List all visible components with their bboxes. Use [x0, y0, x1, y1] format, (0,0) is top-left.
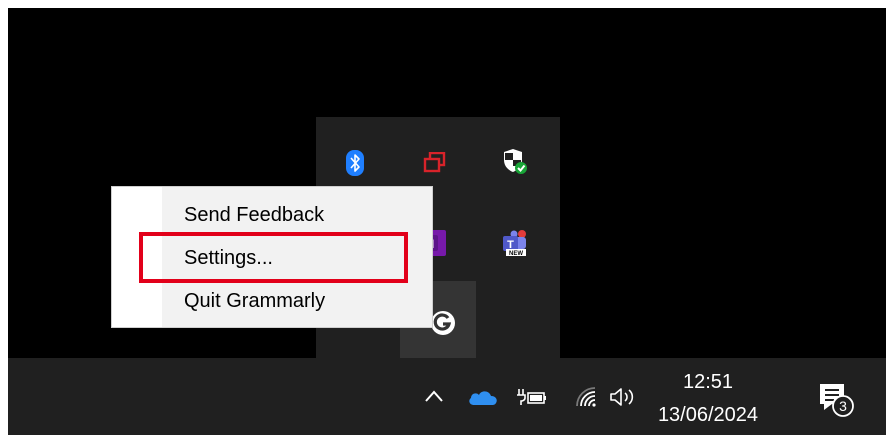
grammarly-icon[interactable] [428, 308, 458, 338]
bluetooth-icon[interactable] [340, 148, 370, 178]
show-hidden-icons-chevron[interactable] [422, 384, 446, 408]
onedrive-icon[interactable] [466, 386, 500, 408]
menu-item-settings[interactable]: Settings... [112, 238, 432, 278]
notification-center-icon[interactable]: 3 [810, 376, 856, 422]
volume-icon[interactable] [608, 384, 638, 410]
menu-item-send-feedback[interactable]: Send Feedback [112, 195, 432, 235]
teams-new-icon[interactable]: T NEW [500, 227, 530, 257]
clock-time: 12:51 [682, 371, 734, 393]
remote-desktop-icon[interactable] [420, 148, 450, 178]
windows-security-icon[interactable] [500, 147, 530, 177]
notification-count-badge: 3 [839, 398, 847, 414]
wifi-icon[interactable] [572, 384, 602, 410]
clock-date: 13/06/2024 [657, 404, 759, 426]
taskbar-clock[interactable]: 12:51 13/06/2024 [648, 366, 768, 432]
teams-new-badge: NEW [509, 251, 523, 257]
grammarly-context-menu: Send Feedback Settings... Quit Grammarly [112, 187, 432, 327]
taskbar: 12:51 13/06/2024 3 [8, 358, 886, 435]
battery-charging-icon[interactable] [516, 386, 548, 408]
menu-item-quit-grammarly[interactable]: Quit Grammarly [112, 281, 432, 321]
desktop-screen: N T NEW Send Feedback Sett [8, 8, 886, 435]
